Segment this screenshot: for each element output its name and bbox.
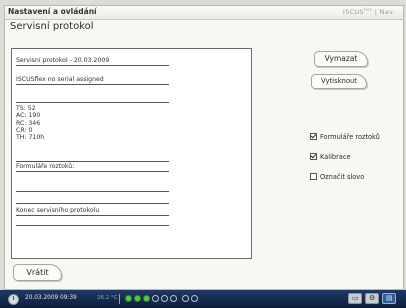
vratit-button[interactable]: Vrátit bbox=[13, 264, 62, 281]
vytisknout-button[interactable]: Vytisknout bbox=[311, 74, 367, 89]
vymazat-button[interactable]: Vymazat bbox=[314, 51, 368, 67]
formulare-checkbox-label: Formuláře roztoků bbox=[320, 133, 380, 141]
brand-name: ISCUS bbox=[342, 8, 364, 17]
end-line: Konec servisního protokolu bbox=[16, 207, 169, 216]
kalibrace-checkbox[interactable] bbox=[310, 152, 317, 160]
title-bar: Nastavení a ovládání ISCUSflex | Nav. bbox=[5, 6, 403, 20]
stat-ts: TS: 52 bbox=[16, 105, 36, 112]
status-led-8 bbox=[191, 295, 198, 302]
status-led-6 bbox=[170, 295, 177, 302]
taskbar-datetime: 20.03.2009 09:39 bbox=[25, 295, 77, 301]
taskbar-temperature: 26.2 °C bbox=[97, 295, 118, 301]
serial-line: ISCUSflex no serial assigned bbox=[16, 76, 169, 85]
stat-rc: RC: 346 bbox=[16, 119, 41, 127]
section-title: Servisní protokol bbox=[10, 21, 94, 32]
status-led-7 bbox=[182, 295, 189, 302]
stat-ac: AC: 190 bbox=[16, 112, 41, 120]
kalibrace-checkbox-label: Kalibrace bbox=[320, 153, 351, 161]
option-kalibrace[interactable]: Kalibrace bbox=[310, 152, 351, 161]
oznacit-checkbox-label: Označit slovo bbox=[320, 173, 365, 181]
taskbar-divider bbox=[119, 294, 120, 304]
stat-th: TH: 710h bbox=[16, 134, 45, 142]
blank-line bbox=[16, 217, 169, 226]
status-led-3 bbox=[143, 295, 150, 302]
power-icon[interactable] bbox=[8, 294, 19, 305]
formulare-line: Formuláře roztoků: bbox=[16, 163, 169, 172]
protocol-panel[interactable]: Servisní protokol - 20.03.2009 ISCUSflex… bbox=[11, 48, 252, 259]
brand-extra: | Nav. bbox=[374, 8, 395, 17]
option-oznacit[interactable]: Označit slovo bbox=[310, 172, 365, 181]
blank-line bbox=[16, 195, 169, 204]
brand-suffix: flex bbox=[363, 7, 373, 12]
taskbar: 20.03.2009 09:39 26.2 °C ▭ ⚙ ▤ bbox=[0, 290, 406, 308]
option-formulare[interactable]: Formuláře roztoků bbox=[310, 132, 380, 141]
stats-block: TS: 52 AC: 190 RC: 346 CR: 0 TH: 710h bbox=[16, 105, 44, 141]
app-title: Nastavení a ovládání bbox=[8, 7, 97, 16]
stat-cr: CR: 0 bbox=[16, 126, 33, 134]
status-led-5 bbox=[161, 295, 168, 302]
blank-line bbox=[16, 94, 169, 103]
chart-icon[interactable]: ▤ bbox=[382, 293, 396, 304]
status-led-1 bbox=[125, 295, 132, 302]
monitor-icon[interactable]: ▭ bbox=[348, 293, 362, 304]
oznacit-checkbox[interactable] bbox=[310, 172, 317, 180]
formulare-checkbox[interactable] bbox=[310, 132, 317, 140]
brand-logo: ISCUSflex | Nav. bbox=[343, 7, 395, 16]
status-led-2 bbox=[134, 295, 141, 302]
blank-line bbox=[16, 153, 169, 162]
status-led-4 bbox=[152, 295, 159, 302]
protocol-header-line: Servisní protokol - 20.03.2009 bbox=[16, 57, 169, 66]
blank-line bbox=[16, 183, 169, 192]
gear-icon[interactable]: ⚙ bbox=[365, 293, 379, 304]
